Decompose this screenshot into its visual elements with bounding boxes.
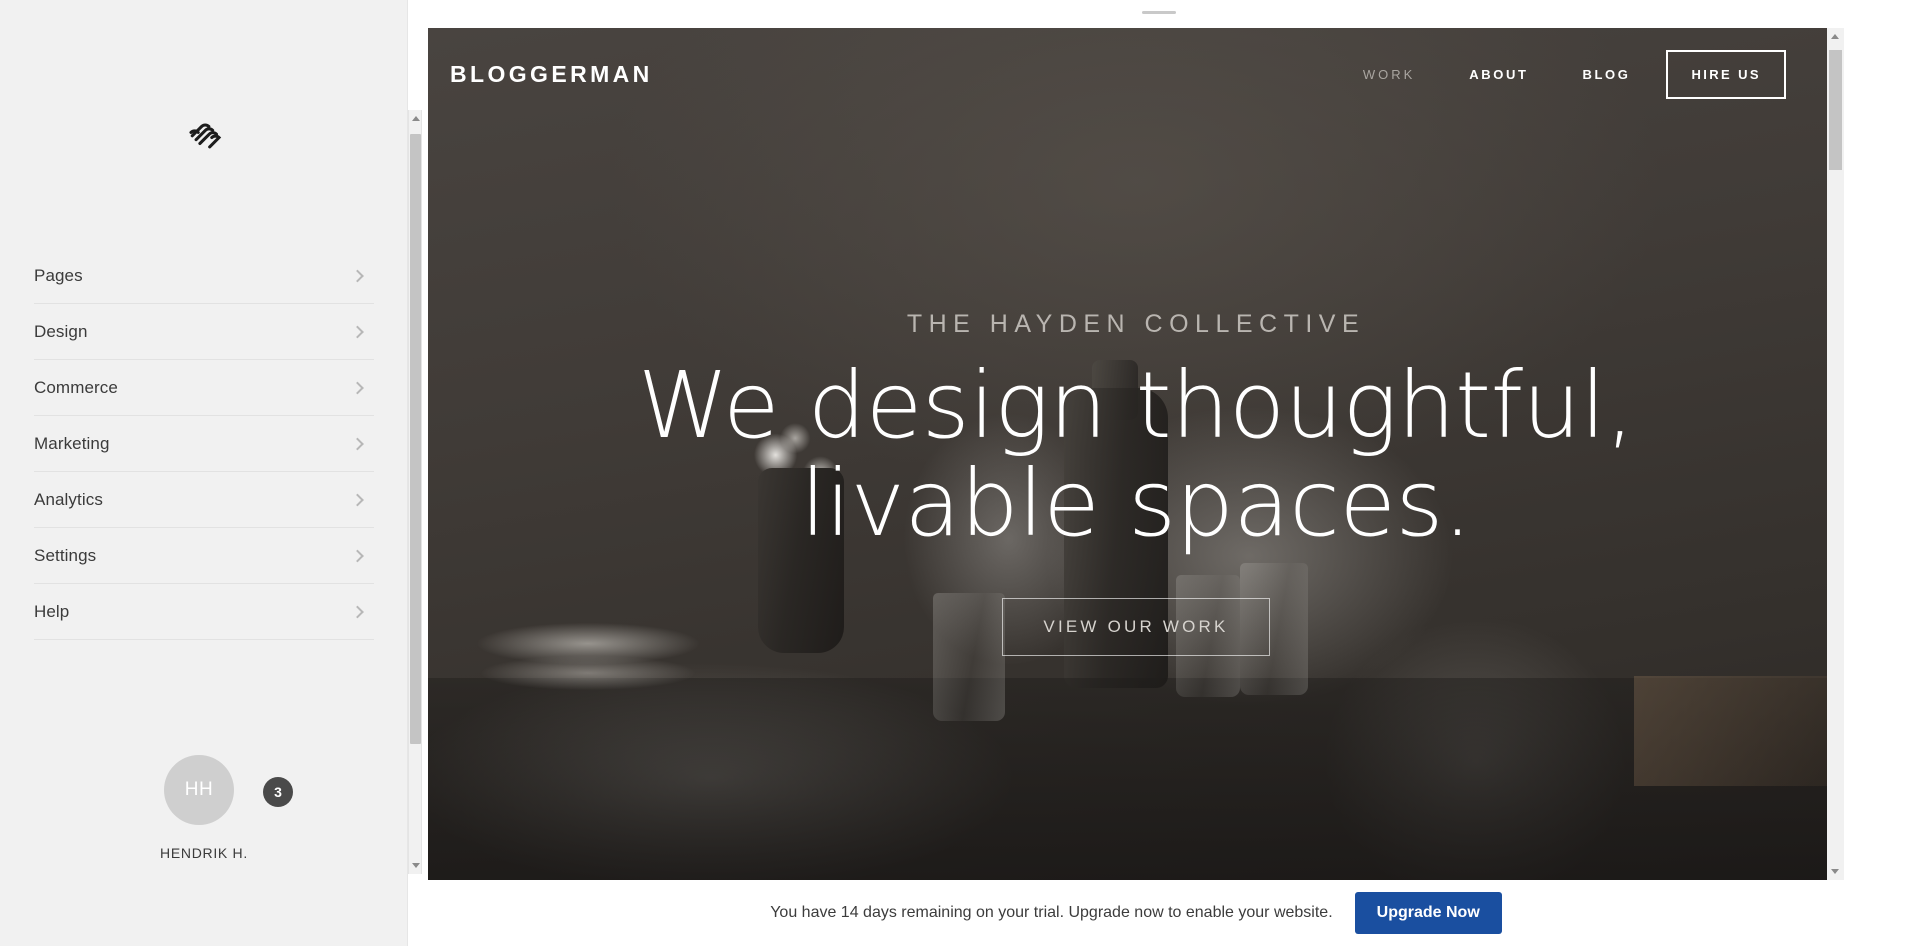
account-name: HENDRIK H.: [160, 845, 248, 861]
hero-headline-line1: We design thoughtful,: [637, 352, 1635, 459]
arrow-up-icon[interactable]: [1831, 34, 1839, 39]
avatar-row: HH 3: [0, 755, 408, 825]
sidebar-item-label: Pages: [34, 266, 83, 285]
chevron-right-icon: [351, 493, 364, 506]
sidebar-item-label: Marketing: [34, 433, 110, 453]
squarespace-logo-icon[interactable]: [186, 118, 224, 152]
sidebar-item-pages[interactable]: Pages: [34, 248, 374, 304]
sidebar-item-design[interactable]: Design: [34, 304, 374, 360]
hero-copy: THE HAYDEN COLLECTIVE We design thoughtf…: [428, 28, 1844, 657]
notification-badge[interactable]: 3: [263, 777, 293, 807]
chevron-right-icon: [351, 269, 364, 283]
hero-headline: We design thoughtful, livable spaces.: [428, 357, 1844, 552]
sidebar-item-label: Design: [34, 321, 88, 341]
sidebar-preview-scrollbar[interactable]: [408, 110, 422, 874]
scrollbar-thumb[interactable]: [1829, 50, 1842, 170]
chevron-right-icon: [351, 437, 364, 450]
decor-wood-surface: [1634, 676, 1844, 786]
arrow-down-icon[interactable]: [1831, 869, 1839, 874]
sidebar-item-label: Help: [34, 601, 70, 621]
sidebar-item-help[interactable]: Help: [34, 584, 374, 640]
preview-scrollbar[interactable]: [1827, 28, 1844, 880]
trial-message: You have 14 days remaining on your trial…: [770, 904, 1333, 921]
sidebar-item-label: Settings: [34, 545, 97, 565]
decor-table-runner: [428, 678, 1844, 880]
sidebar-item-analytics[interactable]: Analytics: [34, 472, 374, 528]
account-block: HH 3 HENDRIK H.: [0, 755, 408, 861]
arrow-down-icon[interactable]: [412, 863, 420, 868]
view-our-work-button[interactable]: VIEW OUR WORK: [1002, 598, 1270, 657]
sidebar-item-label: Analytics: [34, 489, 103, 509]
upgrade-now-button[interactable]: Upgrade Now: [1354, 892, 1502, 934]
hero-eyebrow: THE HAYDEN COLLECTIVE: [906, 310, 1366, 338]
hero-headline-line2: livable spaces.: [800, 449, 1472, 557]
avatar[interactable]: HH: [164, 755, 234, 825]
sidebar-item-label: Commerce: [34, 377, 118, 397]
chevron-right-icon: [351, 605, 364, 618]
sidebar-item-commerce[interactable]: Commerce: [34, 360, 374, 416]
sidebar-nav-list: Pages Design Commerce Marketing Analytic…: [34, 248, 374, 640]
chevron-right-icon: [351, 381, 364, 394]
sidebar-item-settings[interactable]: Settings: [34, 528, 374, 584]
admin-sidebar: Pages Design Commerce Marketing Analytic…: [0, 0, 408, 946]
sidebar-item-marketing[interactable]: Marketing: [34, 416, 374, 472]
squarespace-admin-window: Pages Design Commerce Marketing Analytic…: [0, 0, 1920, 946]
scrollbar-thumb[interactable]: [410, 134, 421, 744]
trial-bar: You have 14 days remaining on your trial…: [428, 880, 1844, 946]
site-preview-pane[interactable]: BLOGGERMAN WORK ABOUT BLOG HIRE US THE H…: [428, 28, 1844, 880]
chevron-right-icon: [351, 549, 364, 562]
chevron-right-icon: [351, 325, 364, 338]
preview-drag-handle[interactable]: [1142, 11, 1176, 14]
arrow-up-icon[interactable]: [412, 116, 420, 121]
